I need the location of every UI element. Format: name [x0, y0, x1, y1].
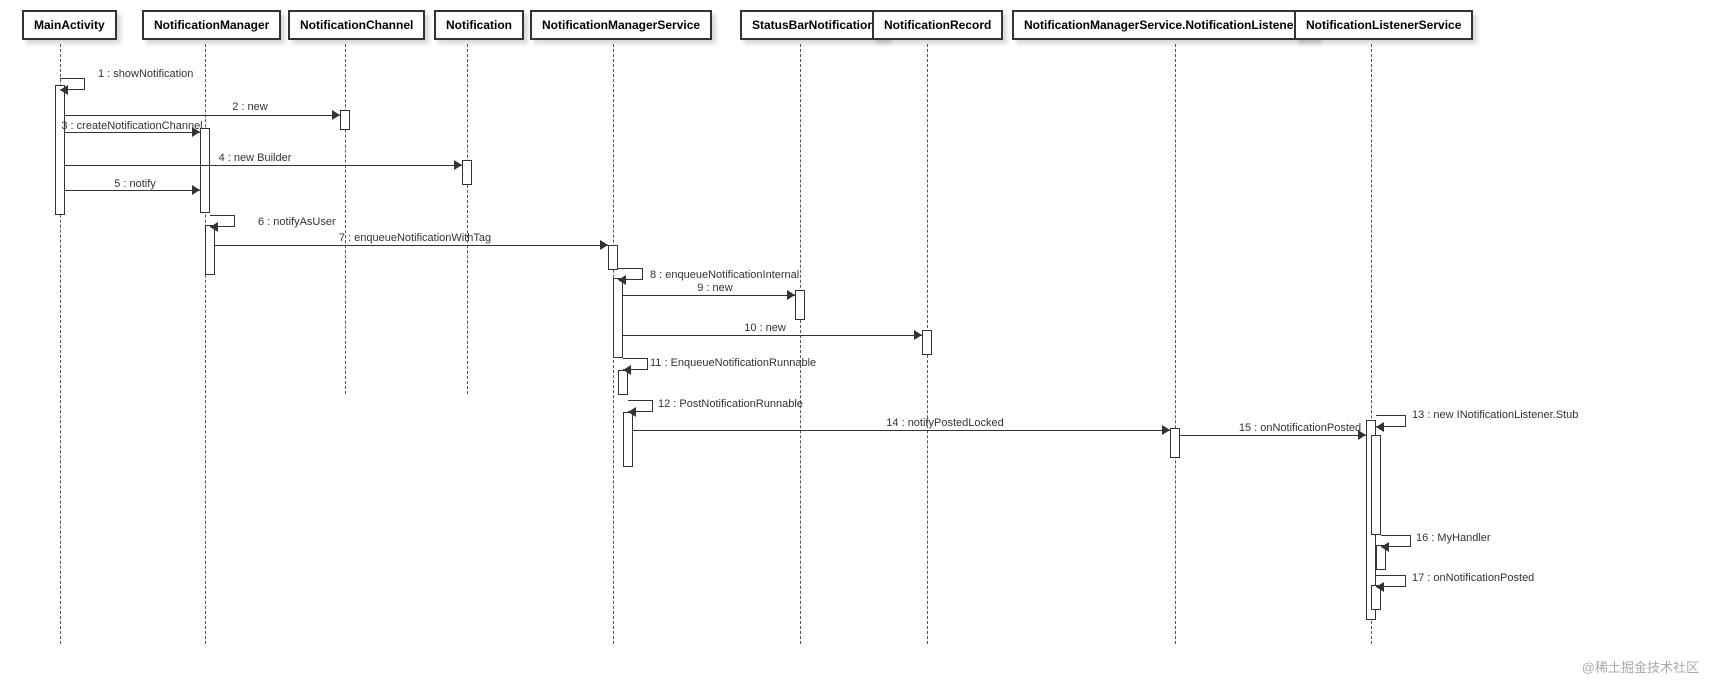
activation [200, 128, 210, 213]
msg-label: 5 : notify [114, 178, 156, 190]
arrow-icon [618, 275, 626, 285]
participant-notification-manager: NotificationManager [142, 10, 281, 40]
arrow-icon [623, 365, 631, 375]
participant-nms: NotificationManagerService [530, 10, 712, 40]
arrow-icon [1376, 582, 1384, 592]
lifeline [345, 44, 346, 394]
participant-notification-channel: NotificationChannel [288, 10, 425, 40]
activation [55, 85, 65, 215]
msg-label: 16 : MyHandler [1416, 532, 1491, 544]
activation [462, 160, 472, 185]
msg-label: 9 : new [697, 282, 732, 294]
msg-line [65, 132, 200, 133]
msg-line [623, 295, 795, 296]
activation [613, 278, 623, 358]
participant-nls: NotificationListenerService [1294, 10, 1473, 40]
watermark: @稀土掘金技术社区 [1582, 657, 1699, 676]
arrow-icon [600, 240, 608, 250]
lifeline [1175, 44, 1176, 644]
arrow-icon [332, 110, 340, 120]
msg-line [65, 165, 462, 166]
msg-label: 14 : notifyPostedLocked [886, 417, 1003, 429]
msg-label: 12 : PostNotificationRunnable [658, 398, 803, 410]
msg-label: 1 : showNotification [98, 68, 193, 80]
arrow-icon [60, 85, 68, 95]
msg-label: 2 : new [232, 101, 267, 113]
msg-line [623, 335, 922, 336]
msg-label: 17 : onNotificationPosted [1412, 572, 1534, 584]
participant-main-activity: MainActivity [22, 10, 117, 40]
lifeline [467, 44, 468, 394]
msg-label: 6 : notifyAsUser [258, 216, 336, 228]
arrow-icon [454, 160, 462, 170]
msg-label: 3 : createNotificationChannel [61, 120, 202, 132]
participant-nms-listeners: NotificationManagerService.NotificationL… [1012, 10, 1317, 40]
msg-line [633, 430, 1170, 431]
arrow-icon [914, 330, 922, 340]
participant-notification: Notification [434, 10, 524, 40]
arrow-icon [628, 407, 636, 417]
activation [205, 225, 215, 275]
participant-sbn: StatusBarNotification [740, 10, 887, 40]
arrow-icon [1381, 542, 1389, 552]
arrow-icon [192, 185, 200, 195]
msg-line [1180, 435, 1366, 436]
activation [340, 110, 350, 130]
msg-label: 15 : onNotificationPosted [1239, 422, 1361, 434]
arrow-icon [210, 222, 218, 232]
activation [608, 245, 618, 270]
arrow-icon [1162, 425, 1170, 435]
msg-line [215, 245, 608, 246]
msg-line [65, 190, 200, 191]
arrow-icon [787, 290, 795, 300]
activation [922, 330, 932, 355]
msg-label: 10 : new [744, 322, 786, 334]
msg-label: 13 : new INotificationListener.Stub [1412, 409, 1578, 421]
participant-notification-record: NotificationRecord [872, 10, 1003, 40]
lifeline [800, 44, 801, 644]
msg-label: 7 : enqueueNotificationWithTag [339, 232, 491, 244]
arrow-icon [1376, 422, 1384, 432]
msg-label: 11 : EnqueueNotificationRunnable [650, 357, 816, 369]
msg-line [65, 115, 340, 116]
activation [795, 290, 805, 320]
activation [623, 412, 633, 467]
activation [1371, 435, 1381, 535]
msg-label: 4 : new Builder [219, 152, 292, 164]
activation [1170, 428, 1180, 458]
msg-label: 8 : enqueueNotificationInternal [650, 269, 799, 281]
